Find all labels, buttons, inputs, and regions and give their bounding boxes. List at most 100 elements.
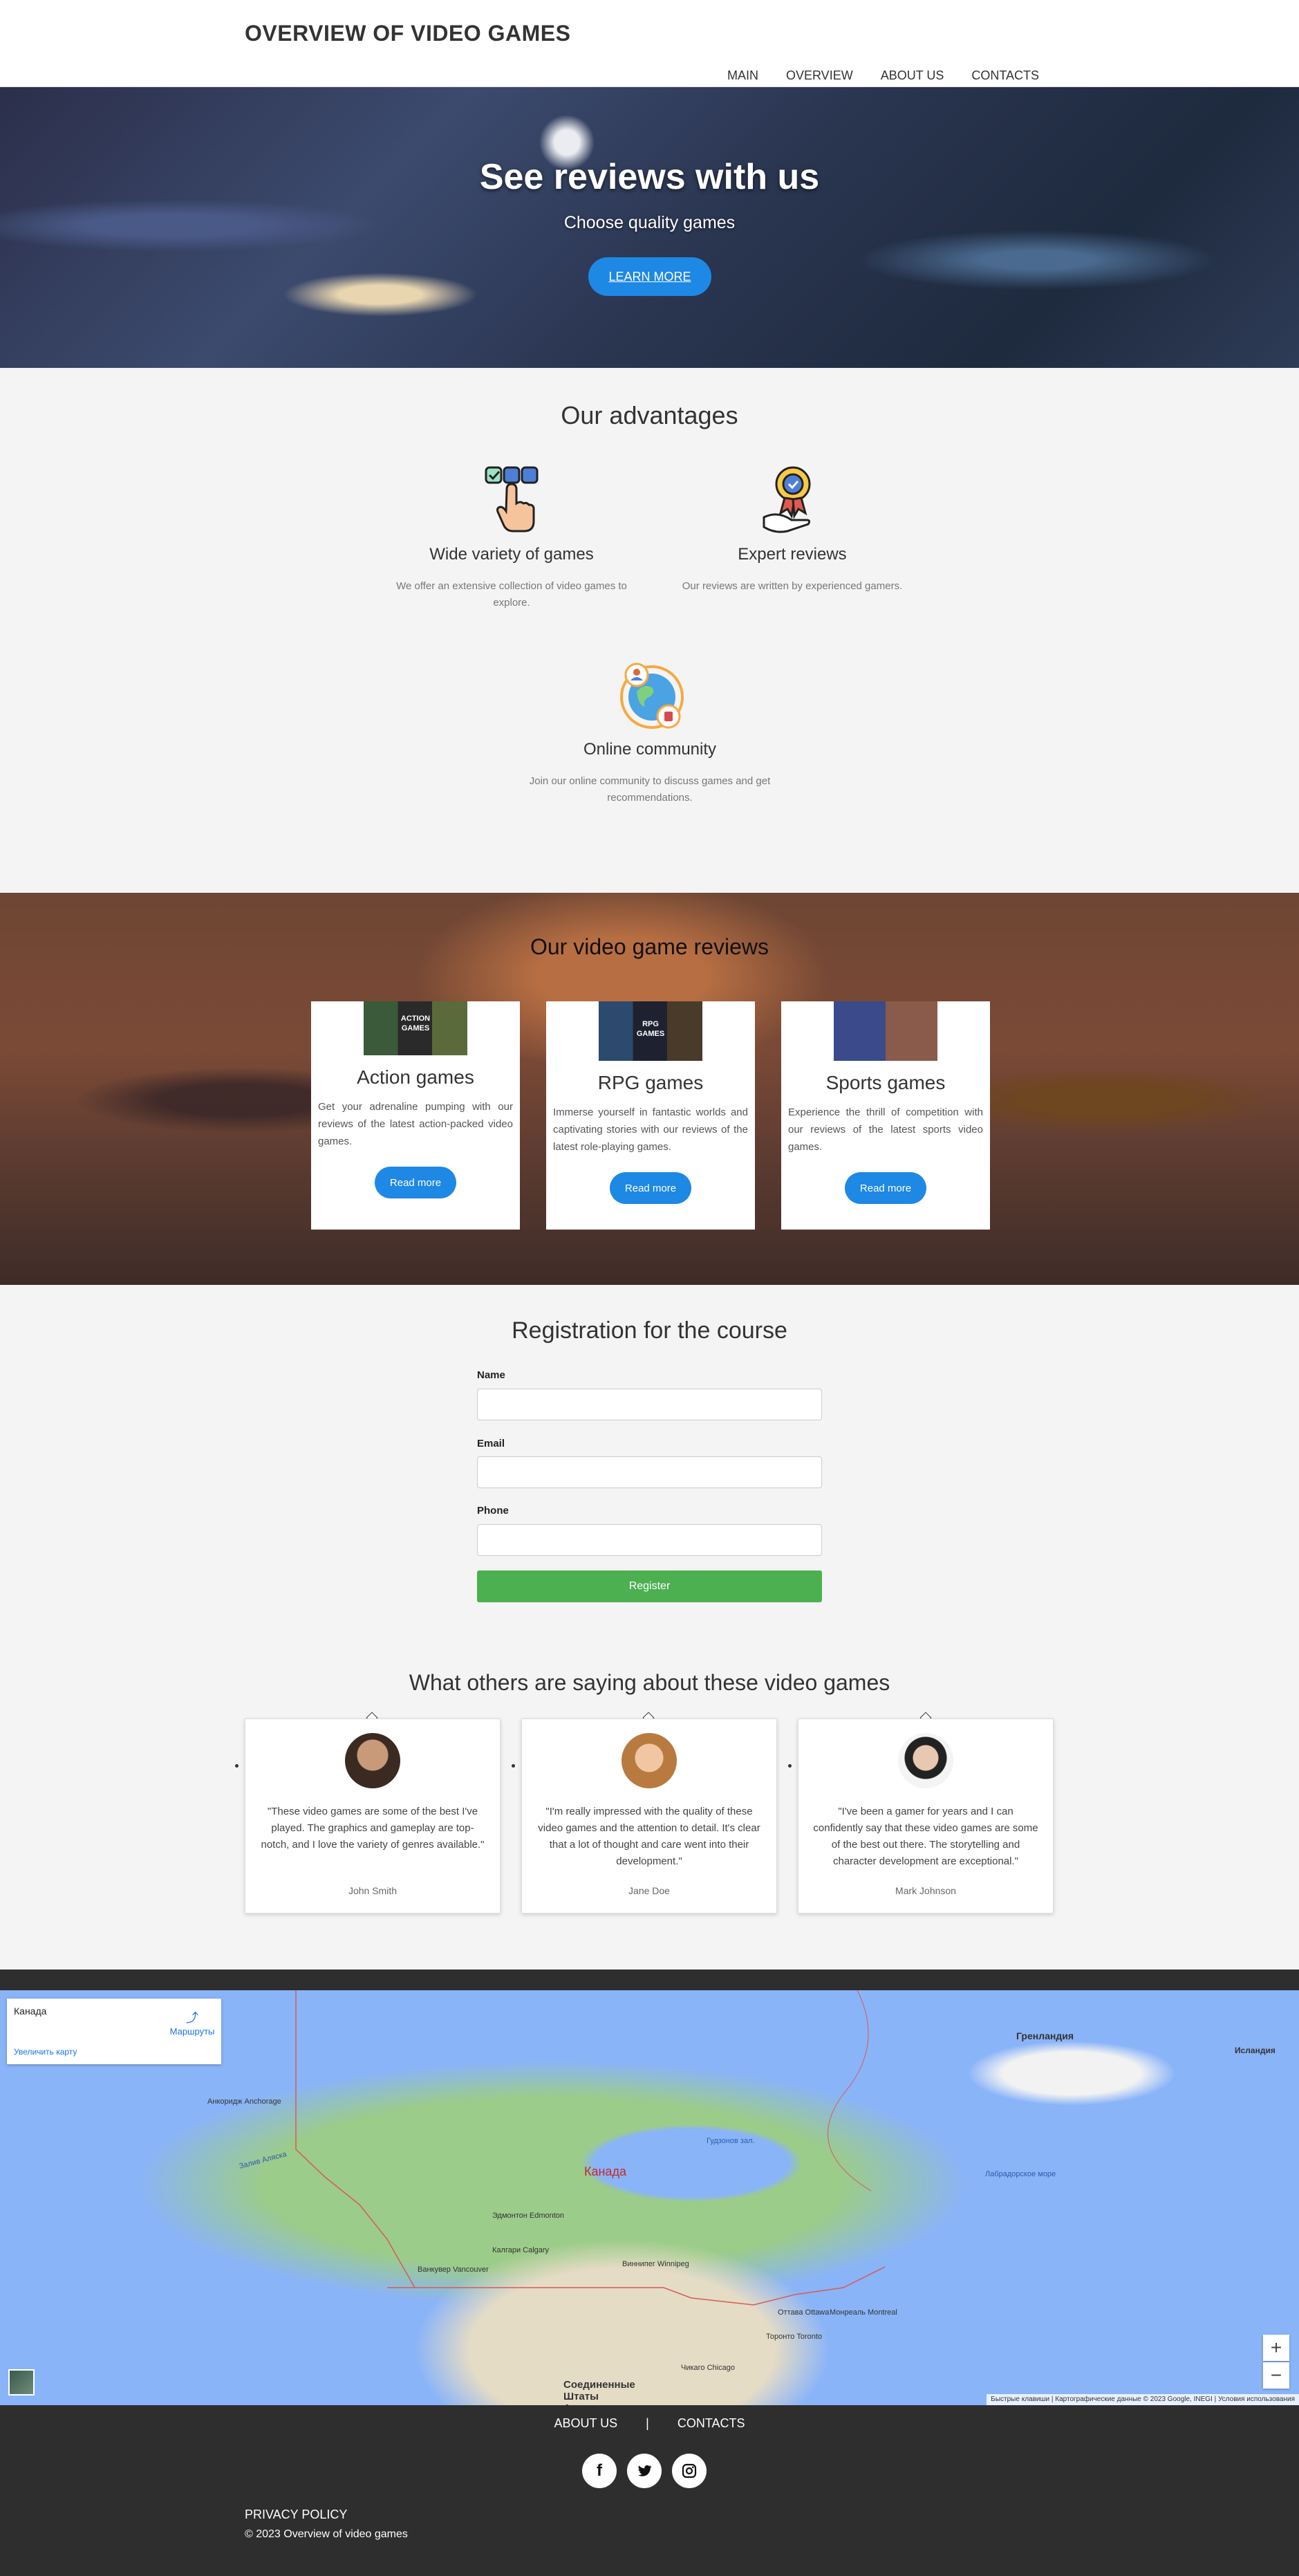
advantage-title: Online community xyxy=(583,740,717,759)
facebook-link[interactable]: f xyxy=(582,2454,617,2488)
zoom-out-button[interactable]: − xyxy=(1263,2362,1289,2389)
card-text: Experience the thrill of competition wit… xyxy=(788,1106,983,1153)
footer-links: ABOUT US | CONTACTS xyxy=(0,2416,1299,2431)
hero-title: See reviews with us xyxy=(479,157,820,197)
slider-dot[interactable] xyxy=(788,1764,792,1768)
terms-link[interactable]: Условия использования xyxy=(1218,2396,1295,2403)
register-button[interactable]: Register xyxy=(477,1570,822,1602)
testimonial-quote: "I'm really impressed with the quality o… xyxy=(538,1806,760,1867)
sports-games-thumbnail xyxy=(834,1001,937,1061)
testimonial-author: Jane Doe xyxy=(628,1885,670,1896)
zoom-in-button[interactable]: + xyxy=(1263,2335,1289,2361)
twitter-icon xyxy=(638,2465,652,2476)
selection-hand-icon xyxy=(474,462,550,538)
map-label-anchorage: Анкоридж Anchorage xyxy=(207,2097,281,2106)
map-country-label: Канада xyxy=(584,2165,626,2178)
nav-about-us[interactable]: ABOUT US xyxy=(881,68,944,83)
advantage-text: Join our online community to discuss gam… xyxy=(529,775,771,804)
nav-main[interactable]: MAIN xyxy=(727,68,758,83)
reviews-section: Our video game reviews ACTION GAMES Acti… xyxy=(0,893,1299,1285)
footer-about-us-link[interactable]: ABOUT US xyxy=(554,2416,617,2430)
advantages-title: Our advantages xyxy=(561,401,738,429)
twitter-link[interactable] xyxy=(627,2454,662,2488)
phone-field[interactable] xyxy=(477,1524,822,1556)
advantage-community: Online community Join our online communi… xyxy=(525,657,774,806)
advantage-title: Expert reviews xyxy=(738,545,847,564)
slider-dot[interactable] xyxy=(235,1764,239,1768)
map-attribution: Быстрые клавиши | Картографические данны… xyxy=(987,2394,1299,2405)
map-label-chicago: Чикаго Chicago xyxy=(681,2364,735,2372)
card-text: Immerse yourself in fantastic worlds and… xyxy=(553,1106,748,1153)
privacy-policy-link[interactable]: PRIVACY POLICY xyxy=(245,2508,347,2522)
rpg-games-thumbnail: RPG GAMES xyxy=(599,1001,702,1061)
globe-community-icon xyxy=(612,657,688,733)
avatar xyxy=(345,1733,400,1788)
thumbnail-label: RPG GAMES xyxy=(636,1020,665,1038)
card-title: Sports games xyxy=(825,1072,946,1093)
map-label-hudson-bay: Гудзонов зал. xyxy=(707,2137,755,2145)
card-title: RPG games xyxy=(597,1072,704,1093)
review-card-action: ACTION GAMES Action games Get your adren… xyxy=(311,1001,520,1230)
thumbnail-label: ACTION GAMES xyxy=(400,1014,431,1032)
map-label-labrador-sea: Лабрадорское море xyxy=(985,2170,1056,2178)
hero-subtitle: Choose quality games xyxy=(563,213,736,232)
testimonials-title: What others are saying about these video… xyxy=(409,1670,890,1695)
directions-icon: ⤴ xyxy=(186,2011,198,2025)
map-top-strip xyxy=(0,1970,1299,1990)
instagram-link[interactable] xyxy=(672,2454,707,2488)
footer-separator: | xyxy=(646,2416,649,2430)
testimonial-card: "These video games are some of the best … xyxy=(245,1718,501,1914)
map-label-usa: Соединенные Штаты Америки xyxy=(563,2379,635,2405)
map-place-name: Канада xyxy=(14,2005,47,2017)
copyright-text: © 2023 Overview of video games xyxy=(245,2528,408,2540)
map-label-winnipeg: Виннипег Winnipeg xyxy=(622,2260,689,2268)
facebook-icon: f xyxy=(597,2461,602,2480)
map-label-calgary: Калгари Calgary xyxy=(492,2246,550,2254)
nav-overview[interactable]: OVERVIEW xyxy=(786,68,853,83)
map-label-greenland: Гренландия xyxy=(1016,2030,1074,2041)
review-card-rpg: RPG GAMES RPG games Immerse yourself in … xyxy=(546,1001,755,1230)
learn-more-button[interactable]: LEARN MORE xyxy=(588,257,711,296)
map-label-ottawa: Оттава Ottawa xyxy=(778,2308,830,2317)
read-more-button[interactable]: Read more xyxy=(845,1172,926,1204)
map-layer-toggle[interactable] xyxy=(8,2369,35,2396)
award-medal-icon xyxy=(754,462,830,538)
action-games-thumbnail: ACTION GAMES xyxy=(364,1001,467,1055)
avatar xyxy=(898,1733,953,1788)
slider-dot[interactable] xyxy=(512,1764,515,1768)
name-label: Name xyxy=(477,1369,505,1381)
testimonial-card: "I'm really impressed with the quality o… xyxy=(521,1718,777,1914)
review-card-sports: Sports games Experience the thrill of co… xyxy=(781,1001,990,1230)
name-field[interactable] xyxy=(477,1389,822,1420)
testimonial-quote: "I've been a gamer for years and I can c… xyxy=(813,1806,1038,1867)
email-field[interactable] xyxy=(477,1456,822,1488)
embedded-map[interactable]: Канада ⤴ Маршруты Увеличить карту Канада… xyxy=(0,1990,1299,2405)
map-routes-link[interactable]: ⤴ Маршруты xyxy=(165,2008,220,2037)
map-label-toronto: Торонто Toronto xyxy=(766,2333,823,2341)
advantage-text: Our reviews are written by experienced g… xyxy=(682,580,903,592)
advantage-expert: Expert reviews Our reviews are written b… xyxy=(668,462,917,595)
map-info-box: Канада ⤴ Маршруты Увеличить карту xyxy=(7,1999,221,2064)
advantage-text: We offer an extensive collection of vide… xyxy=(396,580,627,609)
read-more-button[interactable]: Read more xyxy=(610,1172,691,1204)
instagram-icon xyxy=(682,2463,697,2478)
nav-contacts[interactable]: CONTACTS xyxy=(971,68,1039,83)
map-label-vancouver: Ванкувер Vancouver xyxy=(418,2265,489,2274)
keyboard-shortcuts-link[interactable]: Быстрые клавиши xyxy=(991,2396,1049,2403)
map-label-montreal: Монреаль Montreal xyxy=(830,2308,897,2317)
read-more-button[interactable]: Read more xyxy=(375,1167,456,1198)
footer-contacts-link[interactable]: CONTACTS xyxy=(677,2416,745,2430)
avatar xyxy=(622,1733,677,1788)
routes-label: Маршруты xyxy=(169,2026,215,2037)
map-label-iceland: Исландия xyxy=(1235,2046,1275,2055)
reviews-title: Our video game reviews xyxy=(530,934,769,959)
email-label: Email xyxy=(477,1438,505,1449)
phone-label: Phone xyxy=(477,1505,509,1517)
site-footer: ABOUT US | CONTACTS f PRIVACY POLICY © 2… xyxy=(0,2405,1299,2576)
site-header: OVERVIEW OF VIDEO GAMES MAIN OVERVIEW AB… xyxy=(0,0,1299,87)
hero-banner: See reviews with us Choose quality games… xyxy=(0,87,1299,368)
map-data-credit: Картографические данные © 2023 Google, I… xyxy=(1055,2396,1213,2403)
card-text: Get your adrenaline pumping with our rev… xyxy=(318,1101,513,1147)
enlarge-map-link[interactable]: Увеличить карту xyxy=(14,2047,77,2057)
site-title: OVERVIEW OF VIDEO GAMES xyxy=(245,21,571,46)
